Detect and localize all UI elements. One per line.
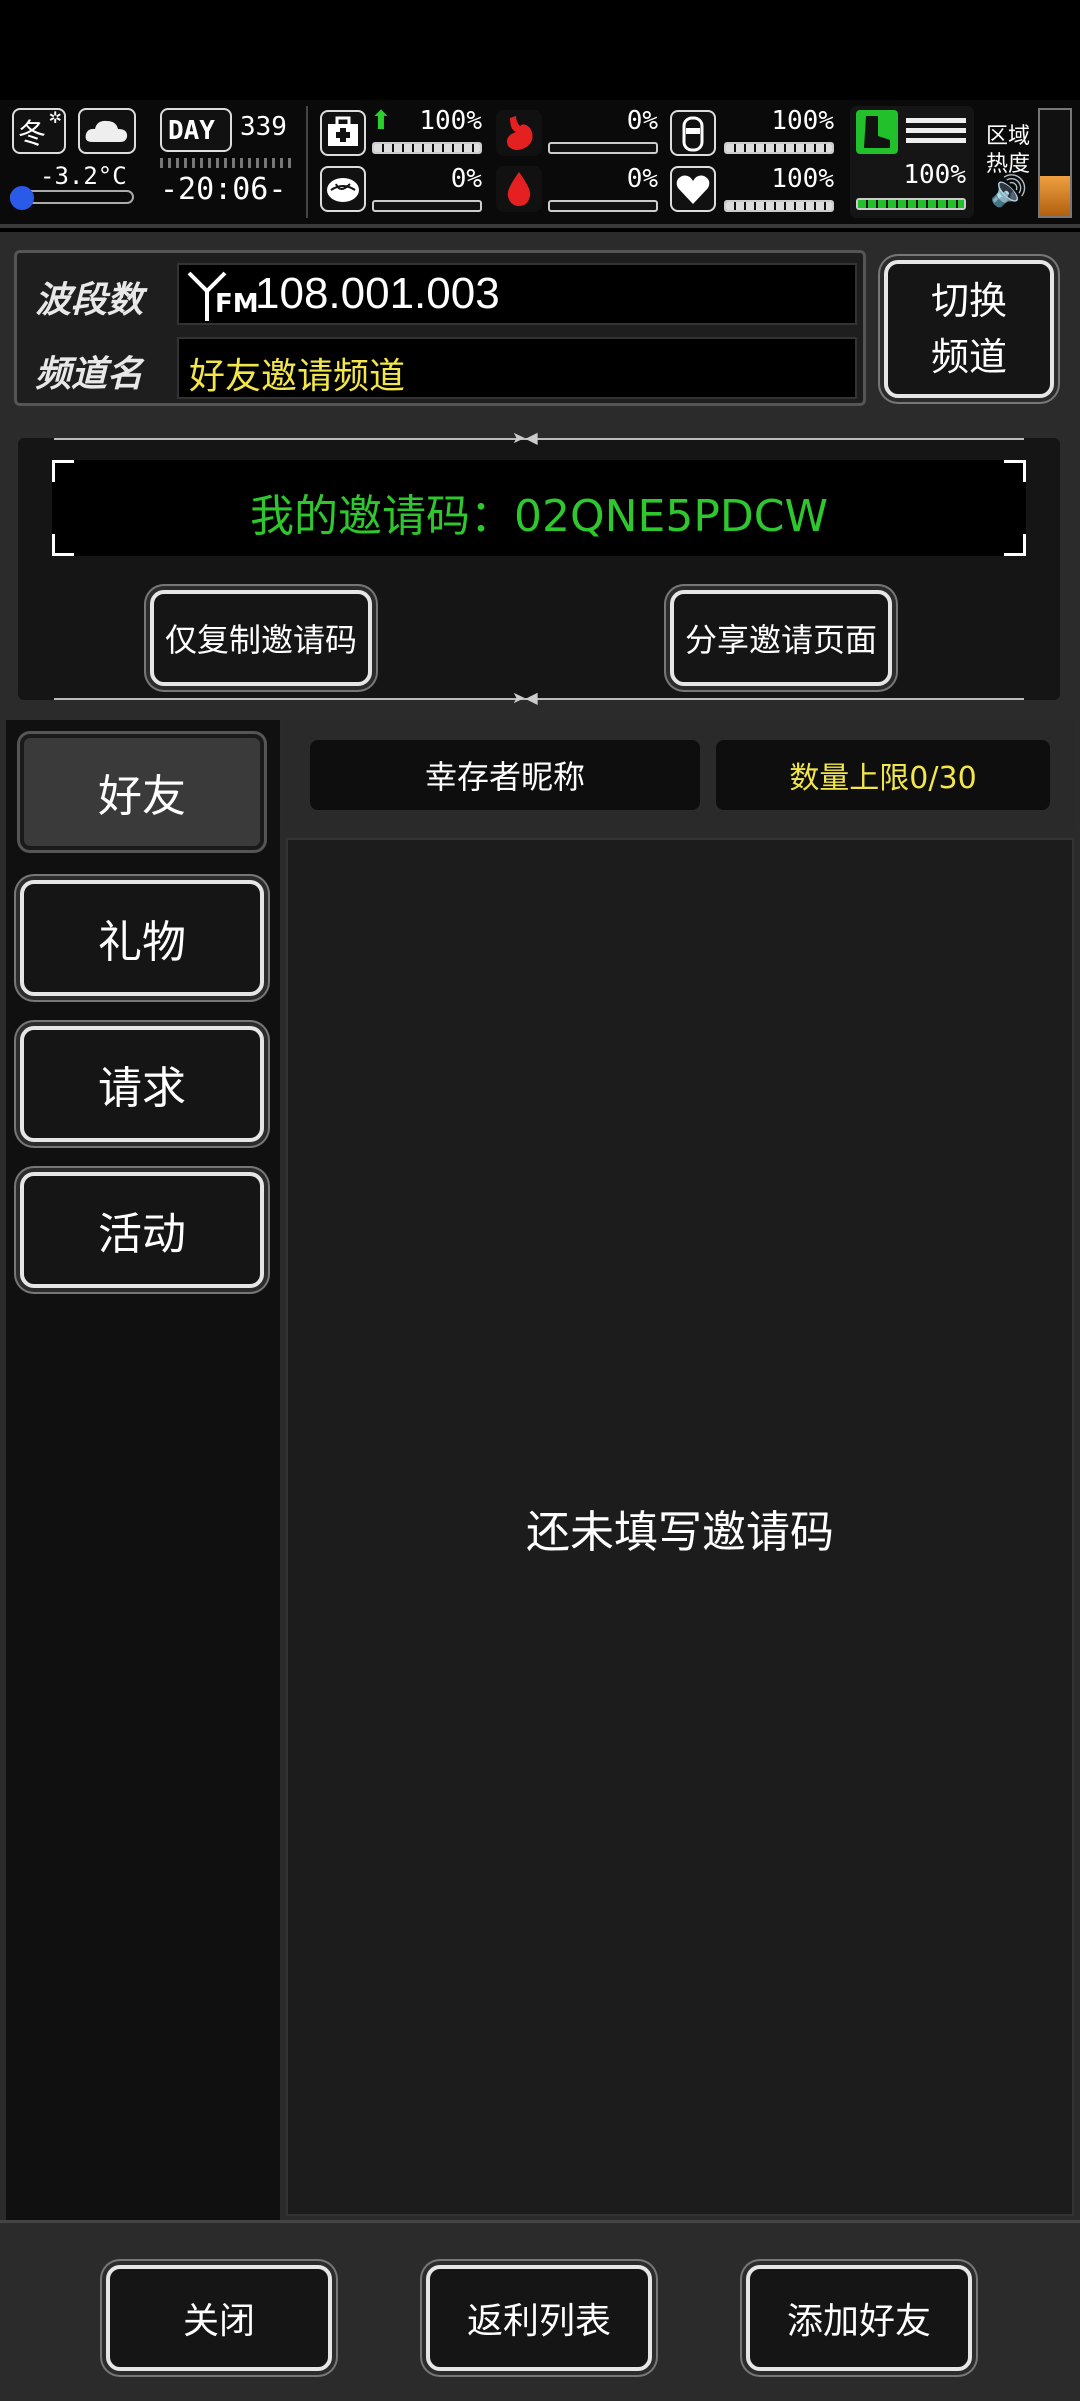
stamina-bar-fill [858, 200, 964, 208]
my-invite-code[interactable]: 我的邀请码：02QNE5PDCW [52, 480, 1026, 544]
band-value: 108.001.003 [255, 269, 500, 318]
brain-icon [320, 166, 366, 212]
invite-code-panel: ➤◀ 我的邀请码：02QNE5PDCW 仅复制邀请码 分享邀请页面 ➤◀ [18, 428, 1060, 707]
tab-friends[interactable]: 好友 [20, 734, 264, 850]
stamina-lines [906, 118, 966, 148]
game-clock: -20:06- [160, 172, 287, 207]
thirst-bar-fill [726, 144, 832, 152]
switch-channel-line-1: 切换 [930, 279, 1007, 323]
day-number: 339 [240, 112, 287, 142]
day-label: DAY [168, 116, 215, 146]
category-sidebar: 好友 礼物 请求 活动 [6, 720, 280, 2220]
decor-arrow-icon: ➤◀ [512, 688, 538, 707]
health-value: 100% [419, 106, 482, 136]
channel-name-value: 好友邀请频道 [189, 356, 406, 397]
column-quantity-limit: 数量上限0/30 [716, 740, 1050, 810]
friend-list-header: 幸存者昵称 数量上限0/30 [284, 720, 1074, 830]
frame-corner [1004, 460, 1026, 482]
band-label: 波段数 [35, 280, 144, 321]
empty-state-text: 还未填写邀请码 [526, 1507, 834, 1558]
sanity-bar [372, 200, 482, 212]
stamina-value: 100% [903, 160, 966, 190]
divider [306, 106, 308, 218]
thirst-bar [724, 142, 834, 154]
hud: 冬 ✲ -3.2°C DAY 339 -20:06- ⬆ 100% 0% 0% … [0, 100, 1080, 228]
rebate-list-button[interactable]: 返利列表 [426, 2265, 652, 2371]
mood-value: 100% [771, 164, 834, 194]
cloud-icon [78, 108, 136, 154]
friend-list[interactable]: 还未填写邀请码 [286, 838, 1074, 2216]
medkit-icon [320, 110, 366, 156]
hunger-value: 0% [626, 106, 658, 136]
channel-name-label: 频道名 [35, 354, 144, 395]
health-bar-fill [374, 144, 480, 152]
switch-channel-button[interactable]: 切换 频道 [884, 260, 1054, 398]
blood-drop-icon [496, 166, 542, 212]
snowflake-icon: ✲ [48, 108, 62, 127]
channel-panel: 波段数 FM 108.001.003 频道名 好友邀请频道 [14, 250, 866, 406]
stamina-panel: 100% [850, 106, 974, 218]
stamina-bar [856, 198, 966, 210]
copy-invite-code-button[interactable]: 仅复制邀请码 [150, 590, 372, 686]
tab-gifts[interactable]: 礼物 [20, 880, 264, 996]
day-progress-ticks [160, 158, 292, 168]
thirst-value: 100% [771, 106, 834, 136]
frame-corner [52, 460, 74, 482]
add-friend-button[interactable]: 添加好友 [746, 2265, 972, 2371]
divider [54, 438, 1024, 440]
decor-arrow-icon: ➤◀ [512, 428, 538, 447]
column-survivor-nickname: 幸存者昵称 [310, 740, 700, 810]
share-invite-page-button[interactable]: 分享邀请页面 [670, 590, 892, 686]
boot-icon [856, 110, 898, 154]
antenna-icon: FM [187, 269, 259, 323]
switch-channel-line-2: 频道 [930, 335, 1007, 379]
band-field: FM 108.001.003 [177, 263, 857, 325]
day-badge: DAY [160, 108, 232, 152]
tab-requests[interactable]: 请求 [20, 1026, 264, 1142]
friends-screen: 波段数 FM 108.001.003 频道名 好友邀请频道 切换 频道 ➤◀ 我… [0, 232, 1080, 2401]
divider [54, 698, 1024, 700]
stomach-icon [496, 110, 542, 156]
invite-code-box: 我的邀请码：02QNE5PDCW [52, 460, 1026, 556]
mood-bar-fill [726, 202, 832, 210]
bleeding-value: 0% [626, 164, 658, 194]
heart-icon [670, 166, 716, 212]
region-heat-meter [1038, 108, 1072, 218]
water-bottle-icon [670, 110, 716, 156]
thermometer-icon [10, 186, 134, 210]
hunger-bar [548, 142, 658, 154]
temperature: -3.2°C [40, 162, 127, 190]
mood-bar [724, 200, 834, 212]
fm-label: FM [215, 289, 259, 319]
region-heat-fill [1040, 175, 1070, 216]
bleeding-bar [548, 200, 658, 212]
health-bar [372, 142, 482, 154]
status-bar [0, 0, 1080, 100]
season-label: 冬 [18, 117, 47, 150]
sanity-value: 0% [450, 164, 482, 194]
speaker-icon[interactable]: 🔊 [990, 174, 1027, 209]
close-button[interactable]: 关闭 [106, 2265, 332, 2371]
bottom-action-bar: 关闭 返利列表 添加好友 [0, 2220, 1080, 2401]
channel-name-field: 好友邀请频道 [177, 337, 857, 399]
tab-events[interactable]: 活动 [20, 1172, 264, 1288]
season-badge: 冬 ✲ [12, 108, 66, 154]
